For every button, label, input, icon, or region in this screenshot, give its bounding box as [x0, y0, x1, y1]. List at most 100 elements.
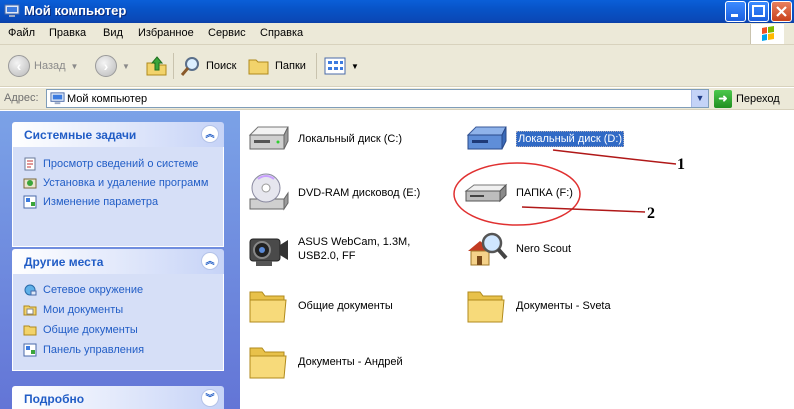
nero-scout-icon: [468, 232, 508, 266]
views-button[interactable]: ▼: [324, 54, 359, 78]
folder-icon: [249, 291, 287, 323]
drive-e[interactable]: DVD-RAM дисковод (E:): [244, 169, 420, 217]
item-label: ASUS WebCam, 1.3M, USB2.0, FF: [298, 236, 411, 262]
other-places-header[interactable]: Другие места ︽: [12, 249, 224, 274]
place-control-panel[interactable]: Панель управления: [23, 343, 215, 357]
collapse-icon[interactable]: ︽: [201, 125, 219, 143]
address-bar: Адрес: Мой компьютер ▼ ➜ Переход: [0, 88, 794, 110]
menu-view[interactable]: Вид: [103, 27, 123, 39]
menu-help[interactable]: Справка: [260, 27, 303, 39]
chevron-down-icon[interactable]: ▼: [122, 62, 130, 71]
forward-button[interactable]: › ▼: [95, 54, 130, 78]
menu-favorites[interactable]: Избранное: [138, 27, 194, 39]
go-button[interactable]: ➜ Переход: [714, 89, 780, 109]
annotation-label-2: 2: [647, 205, 655, 222]
task-label: Установка и удаление программ: [43, 177, 209, 189]
title-bar: Мой компьютер: [0, 0, 794, 23]
task-add-remove-programs[interactable]: Установка и удаление программ: [23, 176, 215, 190]
webcam-icon: [249, 238, 288, 266]
hard-drive-icon: [466, 126, 507, 150]
item-label: Общие документы: [298, 300, 393, 312]
nero-scout[interactable]: Nero Scout: [462, 225, 571, 273]
details-header[interactable]: Подробно ︾: [12, 386, 224, 409]
details-panel: Подробно ︾: [12, 386, 224, 409]
close-button[interactable]: [771, 1, 792, 22]
address-dropdown-button[interactable]: ▼: [691, 90, 708, 107]
window-title: Мой компьютер: [24, 3, 127, 18]
annotation-label-1: 1: [677, 156, 685, 173]
file-view: Локальный диск (C:) Локальный диск (D:) …: [240, 111, 794, 409]
place-label: Панель управления: [43, 344, 145, 356]
webcam[interactable]: ASUS WebCam, 1.3M, USB2.0, FF: [244, 225, 416, 273]
task-label: Просмотр сведений о системе: [43, 158, 199, 170]
task-change-setting[interactable]: Изменение параметра: [23, 195, 215, 209]
address-value: Мой компьютер: [67, 93, 148, 105]
item-label: DVD-RAM дисковод (E:): [298, 187, 421, 199]
chevron-down-icon[interactable]: ▼: [71, 62, 79, 71]
folder-icon: [467, 291, 505, 323]
up-folder-icon: [146, 56, 167, 76]
collapse-icon[interactable]: ︽: [201, 252, 219, 270]
minimize-icon: [731, 14, 738, 17]
back-arrow-icon: ‹: [8, 55, 30, 77]
address-field[interactable]: Мой компьютер ▼: [46, 89, 709, 108]
computer-icon: [50, 92, 65, 105]
item-label: Локальный диск (C:): [298, 133, 403, 145]
control-panel-icon: [23, 195, 37, 209]
chevron-down-icon[interactable]: ▼: [351, 62, 359, 71]
place-my-documents[interactable]: Мои документы: [23, 303, 215, 317]
search-button[interactable]: Поиск: [180, 54, 236, 78]
search-icon: [180, 57, 199, 76]
place-label: Мои документы: [43, 304, 124, 316]
folder-documents-andrey[interactable]: Документы - Андрей: [244, 338, 403, 386]
maximize-icon: [752, 5, 765, 17]
drive-f[interactable]: ПАПКА (F:): [462, 169, 573, 217]
other-places-body: Сетевое окружение Мои документы Общие до…: [12, 274, 224, 371]
system-tasks-title: Системные задачи: [24, 128, 137, 142]
folder-icon: [248, 59, 269, 75]
menu-file[interactable]: Файл: [8, 27, 35, 39]
task-label: Изменение параметра: [43, 196, 159, 208]
place-label: Общие документы: [43, 324, 138, 336]
forward-arrow-icon: ›: [95, 55, 117, 77]
task-view-system-info[interactable]: Просмотр сведений о системе: [23, 157, 215, 171]
menu-tools[interactable]: Сервис: [208, 27, 246, 39]
views-icon: [324, 57, 346, 75]
network-icon: [24, 284, 37, 296]
expand-icon[interactable]: ︾: [201, 389, 219, 407]
close-icon: [776, 6, 787, 17]
maximize-button[interactable]: [748, 1, 769, 22]
control-panel-icon: [23, 343, 37, 357]
add-remove-programs-icon: [23, 178, 37, 189]
item-label: Документы - Sveta: [516, 300, 611, 312]
address-label: Адрес:: [4, 92, 39, 104]
folder-shared-documents[interactable]: Общие документы: [244, 282, 393, 330]
system-tasks-header[interactable]: Системные задачи ︽: [12, 122, 224, 147]
item-label: ПАПКА (F:): [516, 187, 573, 199]
drive-c[interactable]: Локальный диск (C:): [244, 115, 402, 163]
go-label: Переход: [736, 93, 780, 105]
item-label: Документы - Андрей: [298, 356, 403, 368]
go-arrow-icon: ➜: [714, 90, 732, 108]
folders-button[interactable]: Папки: [248, 54, 306, 78]
toolbar-separator: [316, 53, 317, 79]
hard-drive-icon: [248, 126, 289, 150]
place-shared-documents[interactable]: Общие документы: [23, 323, 215, 337]
place-network[interactable]: Сетевое окружение: [23, 283, 215, 297]
menu-bar: Файл Правка Вид Избранное Сервис Справка: [0, 23, 794, 45]
windows-logo: [750, 24, 784, 44]
other-places-panel: Другие места ︽ Сетевое окружение Мои док…: [12, 249, 224, 371]
system-tasks-body: Просмотр сведений о системе Установка и …: [12, 147, 224, 247]
system-info-icon: [24, 157, 36, 171]
up-folder-button[interactable]: [145, 54, 169, 78]
system-tasks-panel: Системные задачи ︽ Просмотр сведений о с…: [12, 122, 224, 247]
other-places-title: Другие места: [24, 255, 104, 269]
folder-documents-sveta[interactable]: Документы - Sveta: [462, 282, 611, 330]
my-documents-icon: [23, 305, 37, 316]
minimize-button[interactable]: [725, 1, 746, 22]
removable-drive-icon: [464, 183, 508, 203]
back-button[interactable]: ‹ Назад ▼: [8, 54, 78, 78]
menu-edit[interactable]: Правка: [49, 27, 86, 39]
item-label: Nero Scout: [516, 243, 572, 255]
drive-d[interactable]: Локальный диск (D:): [462, 115, 625, 163]
